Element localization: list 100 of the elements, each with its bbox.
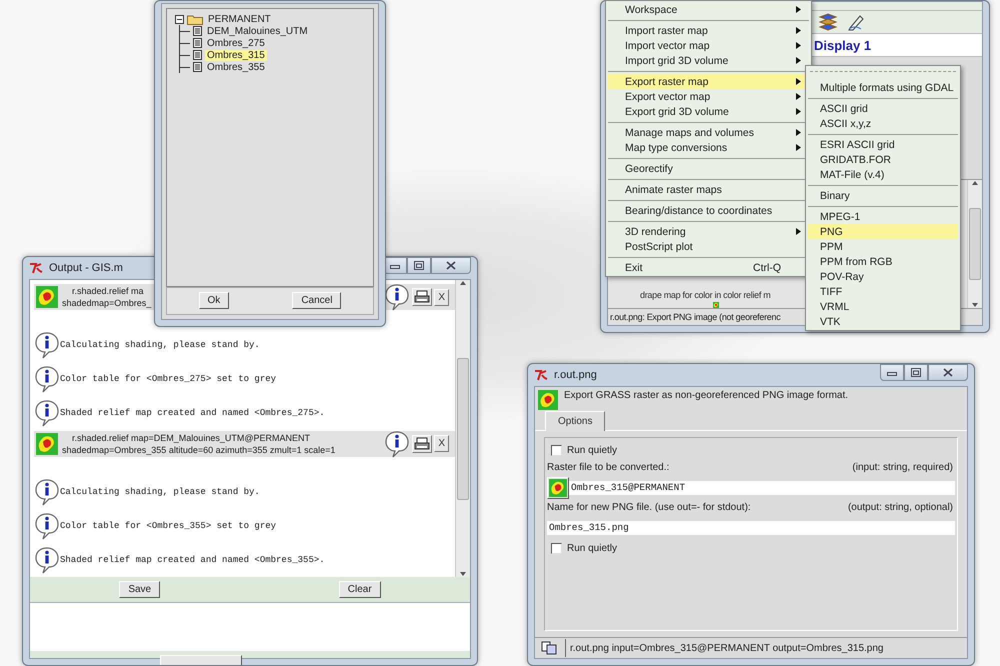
tree-item[interactable]: Ombres_315 [205,50,267,60]
tree-item[interactable]: Ombres_275 [205,38,267,48]
scroll-up-icon [971,180,979,186]
menu-item[interactable]: PPM [808,239,958,254]
command-text: r.shaded.relief ma [72,285,144,297]
menu-item-label: VTK [820,316,842,328]
text-field[interactable]: Ombres_315@PERMANENT [569,480,955,494]
dialog-button[interactable]: Cancel [292,292,342,309]
menu-item[interactable]: Export vector map [608,89,809,104]
document-icon [193,62,202,72]
collapse-icon[interactable] [175,14,184,24]
menu-item-label: POV-Ray [820,270,865,282]
menu-item[interactable]: ESRI ASCII grid [808,137,958,152]
menu-item[interactable]: Export grid 3D volume [608,104,809,119]
window-title: Output - GIS.m [49,262,123,274]
tree-item[interactable]: DEM_Malouines_UTM [205,26,310,36]
menu-item[interactable]: GRIDATB.FOR [808,152,958,167]
close-button[interactable] [431,257,471,274]
menu-item[interactable]: ASCII grid [808,101,958,116]
map-select-button[interactable] [547,476,569,498]
field-hint: (input: string, required) [852,462,953,473]
pencil-icon[interactable] [846,13,866,31]
maximize-icon [911,368,921,377]
menu-item[interactable]: POV-Ray [808,269,958,284]
scrollbar[interactable] [967,180,982,308]
menu-item-label: ASCII grid [820,102,869,114]
text-field[interactable]: Ombres_315.png [547,520,955,534]
close-button[interactable] [928,364,968,381]
menu-item-label: Bearing/distance to coordinates [625,204,774,216]
menu-item-label: Import vector map [625,40,711,52]
menu-item[interactable]: Multiple formats using GDAL [808,80,958,95]
close-icon [446,261,456,270]
menu-item-label: MAT-File (v.4) [820,168,886,180]
menu-item[interactable]: Workspace [608,2,809,17]
options-tab[interactable]: Options [545,411,606,431]
command-text: shadedmap=Ombres_ [62,297,152,309]
info-bubble-icon [34,365,60,394]
display-tab[interactable]: Display 1 [814,38,872,52]
submenu-arrow-icon [796,93,801,100]
menu-item-label: PostScript plot [625,240,694,252]
tree-item[interactable]: Ombres_355 [205,62,267,72]
menu-item-label: Animate raster maps [625,184,723,196]
menu-item-label: GRIDATB.FOR [820,154,892,166]
dialog-button[interactable]: Ok [198,292,230,309]
folder-icon [187,14,203,24]
minimize-icon [390,262,400,268]
menu-item[interactable]: 3D rendering [608,224,809,239]
close-output-button[interactable]: X [434,288,449,306]
menu-item-label: Workspace [625,4,678,16]
menu-item[interactable]: Manage maps and volumes [608,125,809,140]
menu-item[interactable]: Binary [808,188,958,203]
menu-item[interactable]: ASCII x,y,z [808,116,958,131]
print-button[interactable] [412,288,432,306]
menu-item[interactable]: Import vector map [608,38,809,53]
info-button-icon[interactable] [384,430,410,458]
output-button[interactable]: Clear [338,581,381,598]
raster-map-icon [36,286,58,308]
menu-item[interactable]: Bearing/distance to coordinates [608,203,809,218]
info-button-icon[interactable] [384,283,410,311]
printer-icon [414,436,430,451]
printer-icon [414,290,430,304]
copy-icon[interactable] [541,641,557,655]
menu-item-label: Manage maps and volumes [625,126,755,138]
scroll-down-icon [459,571,467,577]
menu-item-label: TIFF [820,286,844,298]
menu-item-label: Georectify [625,162,674,174]
checkbox[interactable] [551,542,562,554]
menu-item[interactable]: PostScript plot [608,239,809,254]
menu-item[interactable]: MAT-File (v.4) [808,167,958,182]
print-button[interactable] [412,434,432,453]
close-icon [943,368,953,377]
menu-item[interactable]: Import raster map [608,23,809,38]
tree-item[interactable]: PERMANENT [206,14,273,24]
menu-item[interactable]: PPM from RGB [808,254,958,269]
menu-item[interactable]: Import grid 3D volume [608,53,809,68]
menu-item[interactable]: Exit Ctrl-Q [608,260,809,275]
submenu-arrow-icon [796,57,801,64]
menu-item[interactable]: TIFF [808,284,958,299]
command-text: shadedmap=Ombres_355 altitude=60 azimuth=355 zmult=1 scale=1 [62,444,336,456]
menu-item[interactable]: MPEG-1 [808,209,958,224]
raster-map-icon [710,302,722,308]
output-button[interactable]: Save [119,581,160,598]
log-message: Color table for <Ombres_275> set to grey [60,374,276,384]
scroll-up-icon [459,280,467,286]
layers-icon[interactable] [818,13,838,31]
maximize-button[interactable] [407,257,431,274]
menu-item[interactable]: Georectify [608,161,809,176]
app-icon [534,369,548,381]
menu-item[interactable]: PNG [808,224,958,239]
menu-item[interactable]: Animate raster maps [608,182,809,197]
maximize-button[interactable] [904,364,928,381]
submenu-arrow-icon [796,6,801,13]
checkbox[interactable] [551,444,562,456]
menu-item-label: ASCII x,y,z [820,118,872,130]
close-output-button[interactable]: X [434,435,449,452]
document-icon [193,38,202,48]
menu-item[interactable]: Map type conversions [608,140,809,155]
minimize-button[interactable] [880,364,904,381]
scrollbar[interactable] [455,280,470,577]
menu-item-label: Exit [625,262,644,274]
